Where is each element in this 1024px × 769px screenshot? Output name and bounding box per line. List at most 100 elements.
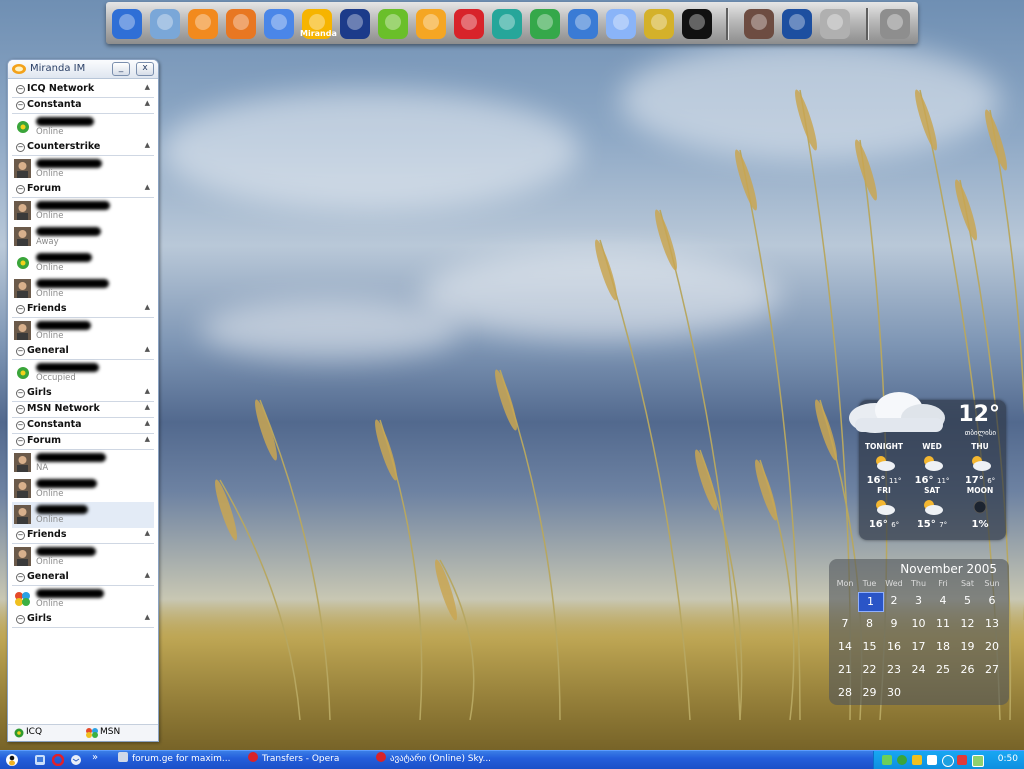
calendar-day[interactable]: 2 [882, 592, 906, 610]
calendar-day[interactable]: 29 [858, 684, 882, 702]
tray-network-icon[interactable] [882, 755, 892, 765]
calendar-day[interactable]: 25 [931, 661, 955, 679]
steam-icon[interactable] [680, 7, 714, 41]
group-arrow-icon[interactable]: ▲ [145, 141, 150, 149]
quicklaunch-desktop-icon[interactable] [34, 754, 46, 766]
contact-group[interactable]: − Friends ▲ [12, 528, 154, 544]
calendar-day[interactable]: 8 [858, 615, 882, 633]
start-button[interactable] [4, 753, 20, 767]
group-collapse-icon[interactable]: − [16, 101, 25, 110]
group-collapse-icon[interactable]: − [16, 143, 25, 152]
group-arrow-icon[interactable]: ▲ [145, 613, 150, 621]
group-collapse-icon[interactable]: − [16, 421, 25, 430]
calendar-day[interactable]: 27 [980, 661, 1004, 679]
group-arrow-icon[interactable]: ▲ [145, 571, 150, 579]
quicklaunch-more-chevron-icon[interactable]: » [92, 752, 98, 763]
calendar-day[interactable]: 23 [882, 661, 906, 679]
close-button[interactable]: x [136, 62, 154, 76]
calendar-day[interactable]: 6 [980, 592, 1004, 610]
tray-shield-icon[interactable] [972, 755, 984, 767]
calendar-day[interactable]: 26 [956, 661, 980, 679]
tray-skype-icon[interactable] [942, 755, 954, 767]
calendar-day[interactable]: 13 [980, 615, 1004, 633]
contact-item[interactable]: Online [12, 250, 154, 276]
fireftp-icon[interactable] [528, 7, 562, 41]
contact-item[interactable]: Online [12, 276, 154, 302]
task-button-skype[interactable]: ავატარი (Online) Sky... [376, 752, 506, 767]
tools-icon[interactable] [818, 7, 852, 41]
calendar-widget[interactable]: November 2005 Mon Tue Wed Thu Fri Sat Sun 1234… [829, 559, 1009, 705]
group-collapse-icon[interactable]: − [16, 405, 25, 414]
group-collapse-icon[interactable]: − [16, 389, 25, 398]
group-collapse-icon[interactable]: − [16, 437, 25, 446]
calendar-day[interactable]: 24 [907, 661, 931, 679]
firefox-icon[interactable] [224, 7, 258, 41]
icq-status-label[interactable]: ICQ [26, 727, 42, 737]
group-collapse-icon[interactable]: − [16, 85, 25, 94]
calendar-day[interactable]: 28 [833, 684, 857, 702]
group-collapse-icon[interactable]: − [16, 347, 25, 356]
weather-widget[interactable]: 12° თბილისი TONIGHT 16° 11° WED 16° 11° THU 1… [849, 392, 1006, 540]
contact-group[interactable]: − Forum ▲ [12, 182, 154, 198]
contact-item[interactable]: Online [12, 586, 154, 612]
calendar-day[interactable]: 14 [833, 638, 857, 656]
winamp-icon[interactable] [414, 7, 448, 41]
cube-icon[interactable] [490, 7, 524, 41]
contact-item[interactable]: Online [12, 114, 154, 140]
calendar-day[interactable]: 18 [931, 638, 955, 656]
contact-group[interactable]: − Forum ▲ [12, 434, 154, 450]
calendar-day[interactable]: 21 [833, 661, 857, 679]
contact-group[interactable]: − Constanta ▲ [12, 418, 154, 434]
group-collapse-icon[interactable]: − [16, 305, 25, 314]
task-button-transfers[interactable]: Transfers - Opera [248, 752, 374, 767]
group-arrow-icon[interactable]: ▲ [145, 529, 150, 537]
calendar-day[interactable]: 20 [980, 638, 1004, 656]
contact-item[interactable]: Online [12, 156, 154, 182]
calendar-day[interactable]: 7 [833, 615, 857, 633]
calendar-day[interactable]: 3 [907, 592, 931, 610]
trash-icon[interactable] [878, 7, 912, 41]
group-arrow-icon[interactable]: ▲ [145, 403, 150, 411]
calendar-day[interactable]: 11 [931, 615, 955, 633]
calendar-day[interactable]: 9 [882, 615, 906, 633]
contact-item[interactable]: Online [12, 476, 154, 502]
group-collapse-icon[interactable]: − [16, 531, 25, 540]
internet-explorer-icon[interactable] [186, 7, 220, 41]
contact-item[interactable]: Online [12, 318, 154, 344]
minimize-button[interactable]: _ [112, 62, 130, 76]
calendar-day[interactable]: 16 [882, 638, 906, 656]
calculator-icon[interactable] [338, 7, 372, 41]
tray-icq-icon[interactable] [897, 755, 907, 765]
quicklaunch-opera-icon[interactable] [52, 754, 64, 766]
tray-msn-icon[interactable] [912, 755, 922, 765]
contact-group[interactable]: − Girls ▲ [12, 386, 154, 402]
opera-icon[interactable] [452, 7, 486, 41]
feather-icon[interactable] [566, 7, 600, 41]
contact-item[interactable]: Online [12, 198, 154, 224]
calendar-day[interactable]: 17 [907, 638, 931, 656]
group-arrow-icon[interactable]: ▲ [145, 387, 150, 395]
contact-group[interactable]: − Constanta ▲ [12, 98, 154, 114]
contact-group[interactable]: − General ▲ [12, 570, 154, 586]
contact-group[interactable]: − Friends ▲ [12, 302, 154, 318]
movie-clapper-icon[interactable] [780, 7, 814, 41]
task-button-forum[interactable]: forum.ge for maxim... [118, 752, 244, 767]
calendar-day[interactable]: 12 [956, 615, 980, 633]
contact-item[interactable]: Occupied [12, 360, 154, 386]
contact-group[interactable]: − MSN Network ▲ [12, 402, 154, 418]
plug-icon[interactable] [642, 7, 676, 41]
my-computer-icon[interactable] [110, 7, 144, 41]
calendar-day[interactable]: 10 [907, 615, 931, 633]
eraser-icon[interactable] [604, 7, 638, 41]
contact-group[interactable]: − ICQ Network ▲ [12, 82, 154, 98]
contact-group[interactable]: − Counterstrike ▲ [12, 140, 154, 156]
calendar-day[interactable]: 4 [931, 592, 955, 610]
group-collapse-icon[interactable]: − [16, 573, 25, 582]
group-collapse-icon[interactable]: − [16, 185, 25, 194]
skype-icon[interactable] [376, 7, 410, 41]
tray-volume-icon[interactable] [927, 755, 937, 765]
group-arrow-icon[interactable]: ▲ [145, 83, 150, 91]
contact-item[interactable]: Online [12, 502, 154, 528]
contact-group[interactable]: − Girls ▲ [12, 612, 154, 628]
contact-item[interactable]: Away [12, 224, 154, 250]
